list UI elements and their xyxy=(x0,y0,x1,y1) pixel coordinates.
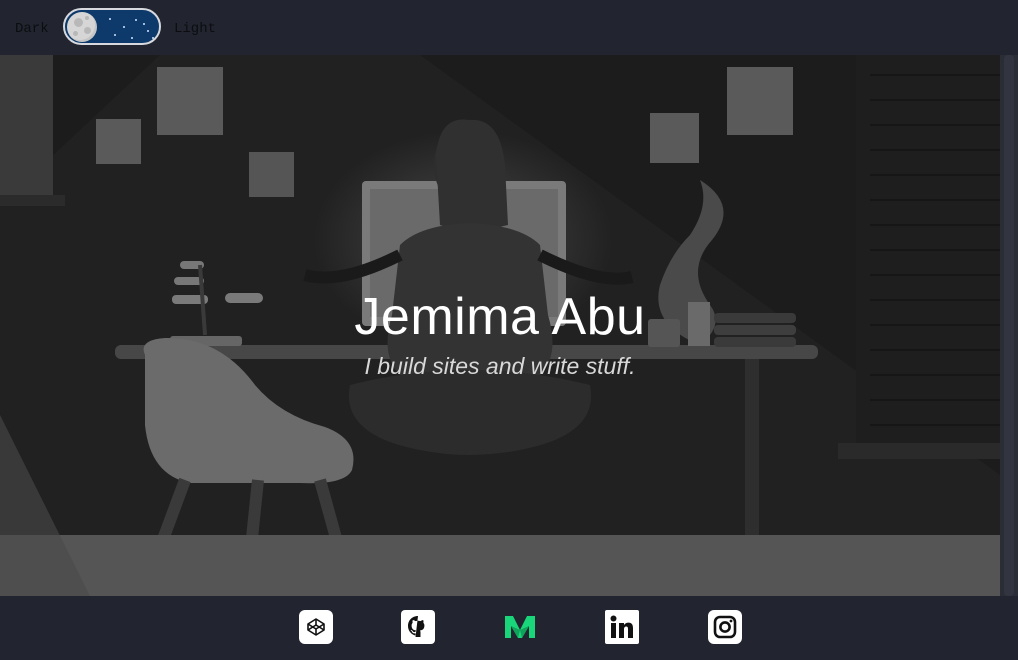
moon-icon xyxy=(67,12,97,42)
light-label: Light xyxy=(174,21,217,37)
hero-subtitle: I build sites and write stuff. xyxy=(364,353,636,379)
linkedin-icon xyxy=(605,610,639,644)
hero-banner: Jemima Abu I build sites and write stuff… xyxy=(0,55,1000,596)
theme-toggle[interactable] xyxy=(63,8,161,45)
hero-title: Jemima Abu xyxy=(354,288,646,346)
footer-social-bar xyxy=(0,596,1018,660)
codepen-link[interactable] xyxy=(299,610,333,644)
github-icon xyxy=(401,610,435,644)
instagram-icon xyxy=(708,610,742,644)
codepen-icon xyxy=(299,610,333,644)
medium-link[interactable] xyxy=(503,610,537,644)
linkedin-link[interactable] xyxy=(605,610,639,644)
instagram-link[interactable] xyxy=(708,610,742,644)
header-bar: Dark Light xyxy=(0,0,1018,55)
dark-label: Dark xyxy=(15,21,49,37)
scrollbar-thumb[interactable] xyxy=(1004,55,1014,596)
medium-icon xyxy=(505,616,535,638)
github-link[interactable] xyxy=(401,610,435,644)
